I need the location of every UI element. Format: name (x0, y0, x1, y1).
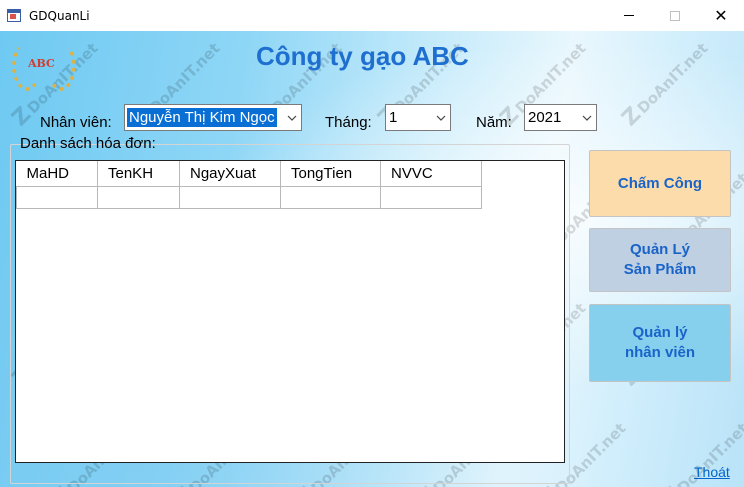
column-header-tenkh[interactable]: TenKH (97, 161, 180, 186)
close-icon: ✕ (714, 5, 728, 25)
maximize-button[interactable] (652, 0, 698, 31)
minimize-icon (624, 15, 634, 16)
thoat-link[interactable]: Thoát (694, 464, 730, 480)
table-cell[interactable] (16, 185, 98, 209)
employee-combobox[interactable]: Nguyễn Thị Kim Ngọc (124, 104, 302, 131)
employee-value: Nguyễn Thị Kim Ngọc (127, 108, 277, 127)
month-label: Tháng: (325, 114, 372, 131)
column-header-mahd[interactable]: MaHD (16, 161, 98, 186)
quan-ly-san-pham-label: Quản Lý Sản Phẩm (623, 241, 697, 278)
app-icon (7, 8, 23, 24)
quan-ly-san-pham-button[interactable]: Quản Lý Sản Phẩm (589, 228, 731, 292)
employee-label: Nhân viên: (40, 114, 112, 131)
title-bar: GDQuanLi ✕ (0, 0, 744, 31)
table-cell[interactable] (179, 185, 281, 209)
table-row[interactable] (16, 185, 482, 209)
cham-cong-label: Chấm Công (617, 174, 703, 192)
table-cell[interactable] (97, 185, 180, 209)
company-title: Công ty gạo ABC (256, 41, 469, 71)
close-button[interactable]: ✕ (698, 0, 744, 31)
table-cell[interactable] (280, 185, 381, 209)
watermark-text: ZDoAnIT.net (617, 39, 712, 132)
chevron-down-icon[interactable] (432, 105, 450, 130)
invoice-group-title: Danh sách hóa đơn: (20, 135, 156, 152)
chevron-down-icon[interactable] (283, 105, 301, 130)
company-logo: ABC (10, 37, 80, 95)
table-cell[interactable] (380, 185, 482, 209)
invoice-table: MaHD TenKH NgayXuat TongTien NVVC (16, 161, 482, 209)
year-value: 2021 (528, 109, 562, 126)
cham-cong-button[interactable]: Chấm Công (589, 150, 731, 217)
year-label: Năm: (476, 114, 512, 131)
invoice-datagrid[interactable]: MaHD TenKH NgayXuat TongTien NVVC (15, 160, 565, 463)
quan-ly-nhan-vien-label: Quản lý nhân viên (624, 324, 695, 361)
month-combobox[interactable]: 1 (385, 104, 451, 131)
window-title: GDQuanLi (29, 8, 90, 23)
year-combobox[interactable]: 2021 (524, 104, 597, 131)
chevron-down-icon[interactable] (578, 105, 596, 130)
column-header-nvvc[interactable]: NVVC (380, 161, 482, 186)
column-header-tongtien[interactable]: TongTien (280, 161, 381, 186)
quan-ly-nhan-vien-button[interactable]: Quản lý nhân viên (589, 304, 731, 382)
maximize-icon (670, 10, 680, 21)
main-form: ZDoAnIT.netZDoAnIT.netZDoAnIT.netZDoAnIT… (0, 31, 744, 487)
logo-text: ABC (28, 57, 55, 70)
minimize-button[interactable] (606, 0, 652, 31)
table-header-row: MaHD TenKH NgayXuat TongTien NVVC (16, 161, 482, 186)
month-value: 1 (389, 109, 398, 126)
column-header-ngayxuat[interactable]: NgayXuat (179, 161, 281, 186)
